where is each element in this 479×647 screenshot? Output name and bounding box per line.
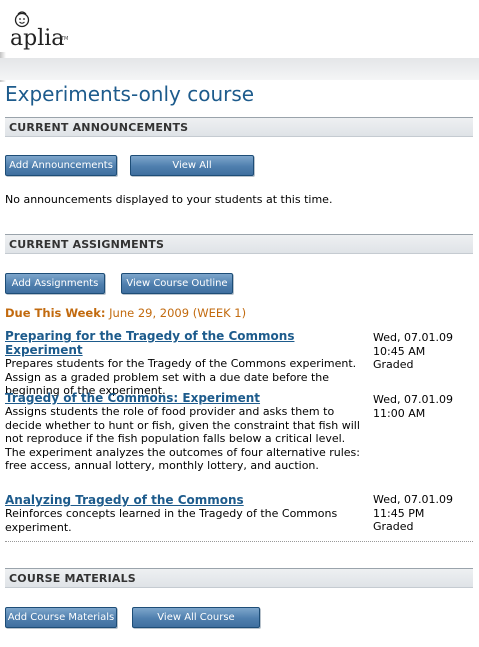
view-all-course-materials-button[interactable]: View All Course Materials [132, 607, 260, 642]
header-band [0, 58, 479, 80]
assignment-status: Graded [373, 520, 414, 533]
assignment-due-date: Wed, 07.01.09 [373, 393, 453, 406]
assignment-item: Tragedy of the Commons: Experiment Assig… [5, 391, 365, 473]
no-announcements-text: No announcements displayed to your stude… [5, 193, 333, 206]
assignment-item: Preparing for the Tragedy of the Commons… [5, 329, 365, 398]
assignment-due-time: 11:45 PM [373, 506, 425, 520]
section-divider [5, 541, 473, 542]
assignment-title-link[interactable]: Analyzing Tragedy of the Commons [5, 493, 365, 507]
announcements-section-header: CURRENT ANNOUNCEMENTS [5, 117, 473, 137]
assignments-header-label: CURRENT ASSIGNMENTS [9, 238, 165, 251]
assignment-description: Assigns students the role of food provid… [5, 405, 360, 472]
due-this-week: Due This Week: June 29, 2009 (WEEK 1) [5, 306, 246, 320]
page-title: Experiments-only course [5, 82, 255, 106]
assignment-status: Graded [373, 358, 414, 371]
assignment-meta: Wed, 07.01.09 10:45 AM Graded [373, 331, 453, 372]
assignment-due-time: 11:00 AM [373, 406, 426, 420]
assignment-description: Reinforces concepts learned in the Trage… [5, 507, 338, 534]
add-assignments-button[interactable]: Add Assignments [5, 273, 105, 294]
assignment-due-time: 10:45 AM [373, 344, 426, 358]
assignments-section-header: CURRENT ASSIGNMENTS [5, 234, 473, 254]
assignment-meta: Wed, 07.01.09 11:00 AM [373, 393, 453, 420]
assignment-due-date: Wed, 07.01.09 [373, 331, 453, 344]
assignment-title-link[interactable]: Preparing for the Tragedy of the Commons… [5, 329, 365, 357]
view-all-announcements-button[interactable]: View All Announcements [130, 155, 254, 190]
logo-wordmark: aplia [10, 26, 65, 51]
assignment-meta: Wed, 07.01.09 11:45 PM Graded [373, 493, 453, 534]
assignment-title-link[interactable]: Tragedy of the Commons: Experiment [5, 391, 365, 405]
assignment-due-date: Wed, 07.01.09 [373, 493, 453, 506]
due-this-week-label: Due This Week: [5, 306, 106, 320]
course-materials-section-header: COURSE MATERIALS [5, 568, 473, 588]
aplia-logo[interactable]: aplia TM [0, 0, 479, 58]
view-course-outline-button[interactable]: View Course Outline [121, 273, 233, 294]
assignment-item: Analyzing Tragedy of the Commons Reinfor… [5, 493, 365, 534]
announcements-header-label: CURRENT ANNOUNCEMENTS [9, 121, 189, 134]
due-this-week-range: June 29, 2009 (WEEK 1) [109, 306, 247, 320]
trademark-mark: TM [61, 36, 69, 42]
course-materials-header-label: COURSE MATERIALS [9, 572, 136, 585]
add-course-materials-button[interactable]: Add Course Materials [5, 607, 117, 628]
add-announcements-button[interactable]: Add Announcements [5, 155, 117, 176]
